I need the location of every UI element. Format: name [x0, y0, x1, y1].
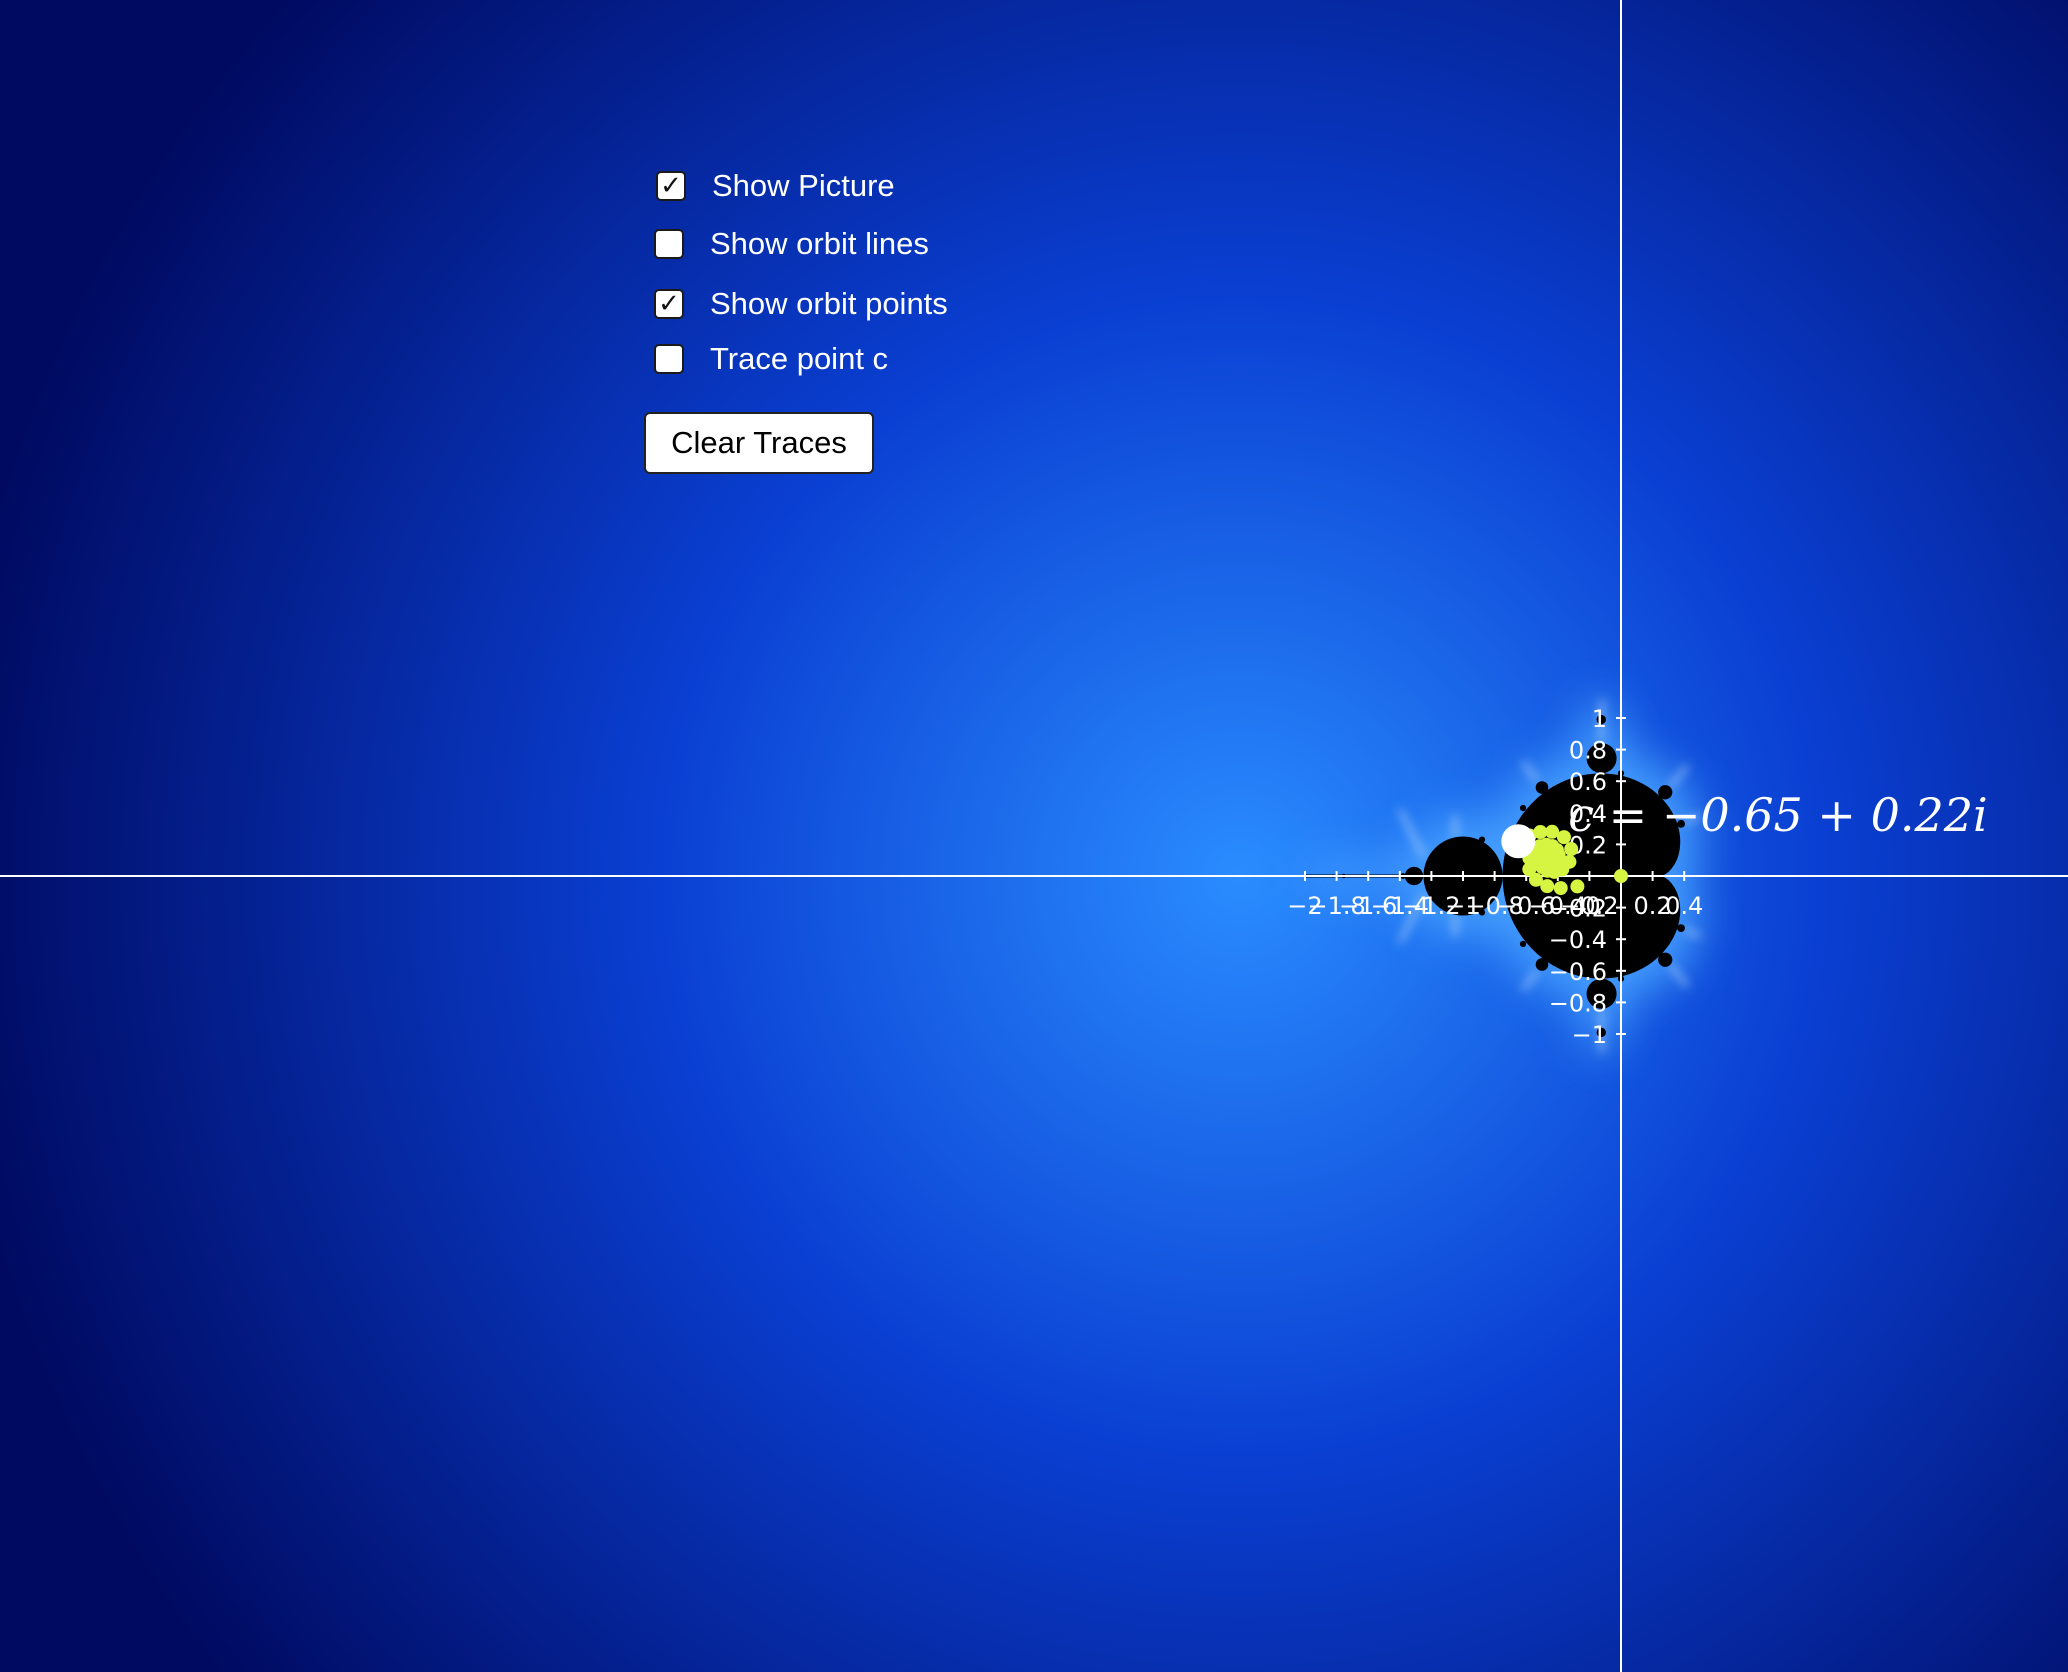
- orbit-point: [1614, 869, 1628, 883]
- orbit-point: [1553, 881, 1568, 896]
- y-tick-label: 0.8: [1569, 737, 1607, 765]
- secondary-bulb: [1535, 958, 1549, 971]
- y-tick-label: 1: [1592, 705, 1607, 733]
- trace-point-c-label: Trace point c: [710, 341, 889, 376]
- secondary-bulb: [1478, 836, 1486, 843]
- orbit-point: [1542, 850, 1557, 865]
- show-orbit-points-label: Show orbit points: [710, 286, 948, 321]
- y-tick-label: −0.4: [1549, 926, 1607, 954]
- show-picture-label: Show Picture: [712, 168, 895, 203]
- y-tick-label: −0.8: [1549, 989, 1607, 1017]
- secondary-bulb: [1519, 940, 1527, 948]
- y-tick-label: −0.6: [1549, 958, 1607, 986]
- secondary-bulb: [1519, 804, 1527, 812]
- point-c-label: c = −0.65 + 0.22i: [1568, 788, 1987, 842]
- secondary-bulb: [1677, 924, 1685, 933]
- checkbox-show-orbit-lines[interactable]: [654, 229, 684, 259]
- mandelbrot-graph[interactable]: −2−1.8−1.6−1.4−1.2−1−0.8−0.6−0.4−0.20 0.2…: [0, 0, 2068, 1672]
- show-orbit-points-checkbox[interactable]: ✓ Show orbit points: [654, 286, 948, 322]
- checkbox-show-orbit-points[interactable]: ✓: [654, 289, 684, 319]
- x-tick-label: 0.4: [1665, 892, 1703, 920]
- checkbox-show-picture[interactable]: ✓: [656, 171, 686, 201]
- show-picture-checkbox[interactable]: ✓ Show Picture: [656, 168, 895, 204]
- clear-traces-button[interactable]: Clear Traces: [644, 412, 874, 474]
- y-tick-label: −0.2: [1549, 895, 1607, 923]
- y-tick-label: −1: [1572, 1021, 1607, 1049]
- orbit-point: [1564, 842, 1579, 857]
- mandelbrot-applet: −2 −1.8 −1.6 −1.4 −1.2 −1 −0.8 −0.6 −0.4 −0.2 0 0.2…: [0, 0, 2068, 1672]
- show-orbit-lines-label: Show orbit lines: [710, 226, 929, 261]
- orbit-point: [1570, 879, 1585, 894]
- show-orbit-lines-checkbox[interactable]: Show orbit lines: [654, 226, 929, 262]
- point-c[interactable]: [1501, 824, 1536, 859]
- secondary-bulb: [1658, 952, 1673, 967]
- checkbox-trace-point-c[interactable]: [654, 344, 684, 374]
- trace-point-c-checkbox[interactable]: Trace point c: [654, 341, 888, 377]
- secondary-bulb: [1535, 781, 1549, 794]
